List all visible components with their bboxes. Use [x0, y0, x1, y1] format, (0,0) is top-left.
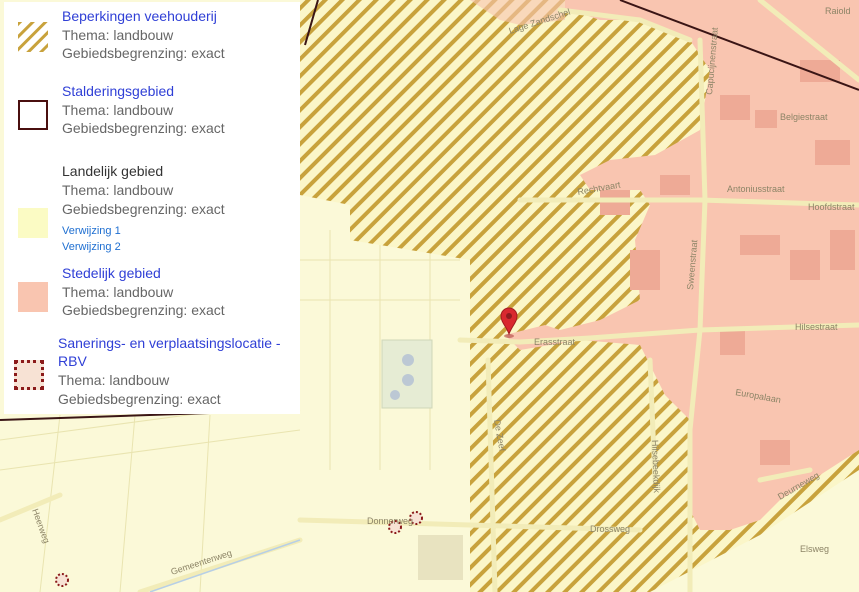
dashed-swatch-icon [14, 360, 44, 390]
svg-text:Drossweg: Drossweg [590, 524, 630, 534]
svg-text:Erasstraat: Erasstraat [534, 337, 576, 347]
legend-theme: Thema: landbouw [62, 102, 174, 118]
svg-text:Belgiestraat: Belgiestraat [780, 112, 828, 122]
legend-title[interactable]: Stalderingsgebied [62, 82, 174, 100]
fill-swatch-icon [18, 208, 48, 238]
legend-title-line2[interactable]: RBV [58, 352, 87, 370]
legend-panel: Beperkingen veehouderij Thema: landbouw … [4, 2, 300, 414]
legend-title: Landelijk gebied [62, 163, 164, 179]
legend-boundary: Gebiedsbegrenzing: exact [62, 302, 225, 318]
rural-field-block [418, 535, 463, 580]
svg-text:Donnerweg: Donnerweg [367, 516, 413, 526]
svg-text:Elsweg: Elsweg [800, 544, 829, 554]
legend-title[interactable]: Stedelijk gebied [62, 264, 161, 282]
legend-boundary: Gebiedsbegrenzing: exact [62, 120, 225, 136]
legend-boundary: Gebiedsbegrenzing: exact [62, 201, 225, 217]
hatch-swatch-icon [18, 22, 48, 52]
legend-theme: Thema: landbouw [62, 284, 174, 300]
legend-boundary: Gebiedsbegrenzing: exact [58, 391, 221, 407]
svg-text:Hilsestraat: Hilsestraat [795, 322, 838, 332]
legend-theme: Thema: landbouw [62, 27, 174, 43]
legend-title[interactable]: Beperkingen veehouderij [62, 7, 217, 25]
reference-link-2[interactable]: Verwijzing 2 [62, 240, 121, 255]
legend-theme: Thema: landbouw [62, 182, 174, 198]
legend-theme: Thema: landbouw [58, 372, 170, 388]
svg-text:Raiold: Raiold [825, 6, 851, 16]
svg-text:Antoniusstraat: Antoniusstraat [727, 184, 785, 194]
reference-link-1[interactable]: Verwijzing 1 [62, 224, 121, 239]
outline-swatch-icon [18, 100, 48, 130]
legend-title-line1[interactable]: Sanerings- en verplaatsingslocatie - [58, 334, 281, 352]
svg-text:Hilsebeekdijk: Hilsebeekdijk [650, 440, 662, 494]
svg-text:Hoofdstraat: Hoofdstraat [808, 202, 855, 212]
fill-swatch-icon [18, 282, 48, 312]
facility [381, 339, 433, 409]
legend-boundary: Gebiedsbegrenzing: exact [62, 45, 225, 61]
